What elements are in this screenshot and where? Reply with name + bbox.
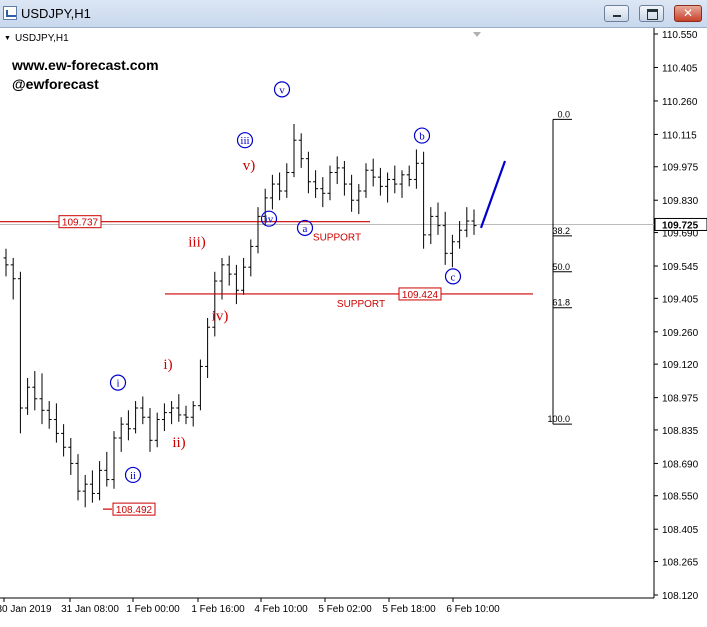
wave-label-blue: i bbox=[116, 378, 119, 390]
maximize-button[interactable] bbox=[639, 5, 664, 22]
chart-background bbox=[0, 28, 707, 627]
y-tick-label: 108.975 bbox=[662, 394, 699, 405]
y-tick-label: 108.835 bbox=[662, 426, 699, 437]
fib-level-label: 50.0 bbox=[552, 262, 570, 272]
y-tick-label: 108.405 bbox=[662, 525, 699, 536]
brand-website: www.ew-forecast.com bbox=[12, 57, 159, 73]
y-tick-label: 108.265 bbox=[662, 558, 699, 569]
wave-label-red: iv) bbox=[212, 308, 229, 324]
x-tick-label: 30 Jan 2019 bbox=[0, 604, 52, 615]
y-tick-label: 108.690 bbox=[662, 459, 699, 470]
level-tag-3-text: 108.492 bbox=[116, 505, 153, 516]
y-tick-label: 110.550 bbox=[662, 30, 698, 41]
level-tag-1-text: 109.737 bbox=[62, 218, 99, 229]
y-tick-label: 109.830 bbox=[662, 196, 699, 207]
y-tick-label: 110.260 bbox=[662, 97, 698, 108]
wave-label-blue: v bbox=[279, 84, 285, 96]
x-tick-label: 5 Feb 02:00 bbox=[318, 604, 372, 615]
y-tick-label: 110.405 bbox=[662, 63, 698, 74]
wave-label-blue: iv bbox=[265, 214, 274, 226]
x-tick-label: 1 Feb 16:00 bbox=[191, 604, 245, 615]
wave-label-red: iii) bbox=[188, 234, 206, 250]
window-titlebar: USDJPY,H1 bbox=[0, 0, 707, 28]
y-tick-label: 109.120 bbox=[662, 360, 699, 371]
price-chart[interactable]: 109.737 109.424 108.492 SUPPORT SUPPORT i) ii)… bbox=[0, 28, 707, 627]
fib-level-label: 38.2 bbox=[552, 226, 570, 236]
fib-level-label: 0.0 bbox=[557, 109, 570, 119]
y-tick-label: 109.260 bbox=[662, 328, 699, 339]
x-tick-label: 5 Feb 18:00 bbox=[382, 604, 436, 615]
x-tick-label: 1 Feb 00:00 bbox=[126, 604, 180, 615]
current-price-label: 109.725 bbox=[662, 220, 699, 231]
y-tick-label: 109.545 bbox=[662, 262, 699, 273]
x-tick-label: 6 Feb 10:00 bbox=[446, 604, 500, 615]
support-label-1: SUPPORT bbox=[313, 233, 361, 244]
wave-label-blue: iii bbox=[240, 135, 249, 147]
support-label-2: SUPPORT bbox=[337, 299, 385, 310]
close-button[interactable] bbox=[674, 5, 702, 22]
y-tick-label: 109.405 bbox=[662, 294, 699, 305]
x-tick-label: 31 Jan 08:00 bbox=[61, 604, 119, 615]
wave-label-red: i) bbox=[163, 357, 172, 373]
minimize-button[interactable] bbox=[604, 5, 629, 22]
window-title: USDJPY,H1 bbox=[21, 6, 91, 21]
chart-window-icon bbox=[3, 6, 17, 20]
fib-level-label: 61.8 bbox=[552, 298, 570, 308]
wave-label-blue: ii bbox=[130, 470, 136, 482]
chart-symbol-label: USDJPY,H1 bbox=[4, 33, 69, 44]
fib-level-label: 100.0 bbox=[547, 414, 570, 424]
level-tag-2-text: 109.424 bbox=[402, 290, 439, 301]
y-tick-label: 108.120 bbox=[662, 591, 699, 602]
wave-label-red: v) bbox=[243, 158, 256, 174]
y-tick-label: 110.115 bbox=[662, 130, 697, 141]
wave-label-blue: a bbox=[303, 223, 308, 235]
y-tick-label: 109.975 bbox=[662, 163, 699, 174]
wave-label-red: ii) bbox=[172, 435, 185, 451]
x-tick-label: 4 Feb 10:00 bbox=[254, 604, 308, 615]
wave-label-blue: c bbox=[451, 271, 456, 283]
y-tick-label: 108.550 bbox=[662, 492, 699, 503]
brand-handle: @ewforecast bbox=[12, 76, 99, 92]
wave-label-blue: b bbox=[419, 131, 425, 143]
